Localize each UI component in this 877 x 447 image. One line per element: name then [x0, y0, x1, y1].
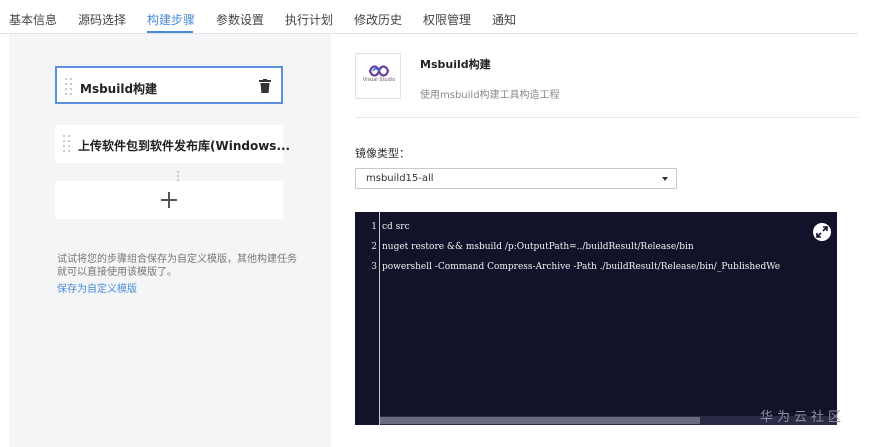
gutter-divider	[379, 212, 380, 425]
add-step-button[interactable]	[55, 181, 283, 219]
tab-history[interactable]: 修改历史	[354, 11, 402, 28]
tab-parameters[interactable]: 参数设置	[216, 11, 264, 28]
logo-caption: Visual Studio	[362, 77, 396, 83]
expand-icon[interactable]	[813, 223, 831, 241]
save-as-template-link[interactable]: 保存为自定义模版	[57, 280, 137, 295]
step-list-panel: Msbuild构建 上传软件包到软件发布库(Windows... 试试将您的步骤…	[9, 34, 331, 447]
code-line[interactable]: cd src	[382, 222, 410, 232]
section-divider	[355, 117, 858, 118]
step-label: Msbuild构建	[80, 82, 158, 96]
step-card-upload[interactable]: 上传软件包到软件发布库(Windows...	[55, 125, 290, 163]
code-line[interactable]: powershell -Command Compress-Archive -Pa…	[382, 262, 780, 272]
image-type-select[interactable]: msbuild15-all	[355, 168, 677, 189]
template-hint-text: 试试将您的步骤组合保存为自定义模版，其他构建任务就可以直接使用该模版了。	[57, 254, 297, 278]
caret-down-icon	[662, 177, 668, 181]
plugin-description: 使用msbuild构建工具构造工程	[420, 90, 560, 101]
code-line[interactable]: nuget restore && msbuild /p:OutputPath=.…	[382, 242, 694, 252]
command-editor[interactable]: 1 cd src 2 nuget restore && msbuild /p:O…	[355, 212, 837, 425]
tab-source-select[interactable]: 源码选择	[78, 11, 126, 28]
watermark: 华为云社区	[760, 410, 846, 425]
tab-notifications[interactable]: 通知	[492, 11, 516, 28]
horizontal-scrollbar-thumb[interactable]	[380, 417, 700, 424]
tab-build-steps[interactable]: 构建步骤	[147, 11, 195, 28]
tab-bar: 基本信息 源码选择 构建步骤 参数设置 执行计划 修改历史 权限管理 通知	[0, 0, 877, 34]
step-label: 上传软件包到软件发布库(Windows...	[78, 139, 291, 153]
line-number: 3	[371, 262, 377, 272]
plugin-title: Msbuild构建	[420, 58, 491, 71]
drag-handle-icon[interactable]	[65, 78, 73, 96]
drag-handle-icon[interactable]	[63, 135, 71, 153]
step-card-msbuild[interactable]: Msbuild构建	[55, 66, 283, 104]
line-number: 1	[371, 222, 377, 232]
trash-icon[interactable]	[259, 79, 271, 93]
tab-schedule[interactable]: 执行计划	[285, 11, 333, 28]
image-type-label: 镜像类型：	[355, 147, 410, 160]
plugin-logo: Visual Studio	[355, 53, 401, 99]
image-type-value: msbuild15-all	[366, 173, 434, 184]
line-number: 2	[371, 242, 377, 252]
step-connector	[177, 171, 179, 181]
tab-permissions[interactable]: 权限管理	[423, 11, 471, 28]
tab-basic-info[interactable]: 基本信息	[9, 11, 57, 28]
